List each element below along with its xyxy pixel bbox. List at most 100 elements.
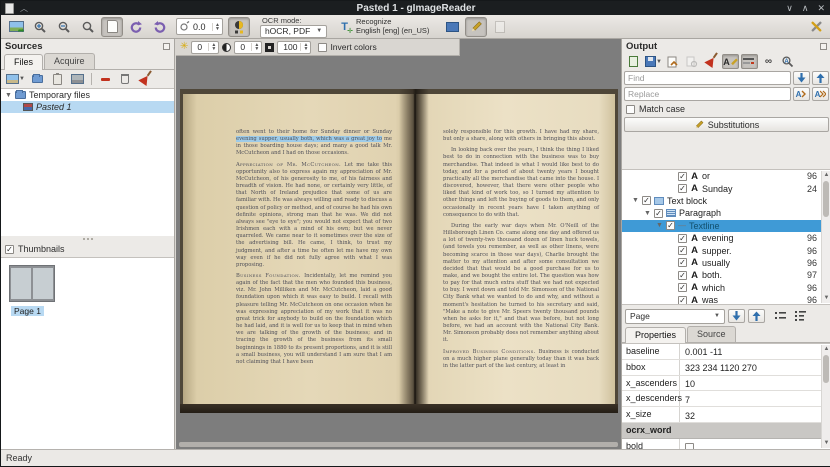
clear-sources-button[interactable] [137, 72, 154, 87]
canvas-horizontal-scrollbar[interactable] [179, 442, 618, 447]
contrast-spinbox[interactable]: 0▲▼ [234, 41, 262, 54]
add-folder-button[interactable] [29, 72, 46, 87]
prev-page-button[interactable] [748, 309, 765, 323]
wconf-button[interactable]: ∞ [760, 54, 777, 69]
export-button[interactable] [665, 54, 682, 69]
zoom-out-button[interactable] [53, 17, 75, 37]
add-images-button[interactable]: ▼ [5, 72, 26, 87]
scroll-down-icon[interactable]: ▼ [822, 294, 830, 303]
tree-row-pasted-1[interactable]: Pasted 1 [1, 101, 174, 113]
ocr-tree-row-word[interactable]: ✓Ausually96 [622, 257, 830, 269]
invert-colors-checkbox[interactable] [318, 43, 327, 52]
rotation-spinbox[interactable]: 0.0 ▲▼ [176, 18, 223, 35]
confidence-toggle[interactable] [741, 54, 758, 69]
ocr-tree-row-word[interactable]: ✓Asupper.96 [622, 244, 830, 256]
output-pane-toggle[interactable] [441, 17, 463, 37]
ocr-tree-scrollbar[interactable]: ▲ ▼ [821, 171, 830, 303]
edit-mode-button[interactable] [465, 17, 487, 37]
properties-scrollbar[interactable]: ▲ ▼ [821, 345, 830, 448]
ocr-tree-row-textline[interactable]: ▼✓—Textline [622, 220, 830, 232]
next-page-button[interactable] [728, 309, 745, 323]
remove-source-button[interactable] [97, 72, 114, 87]
item-checkbox[interactable]: ✓ [642, 196, 651, 205]
tab-files[interactable]: Files [4, 54, 43, 70]
find-replace-toggle[interactable]: A [722, 54, 739, 69]
item-checkbox[interactable]: ✓ [666, 221, 675, 230]
ocr-mode-combo[interactable]: hOCR, PDF ▼ [260, 25, 327, 38]
scroll-down-icon[interactable]: ▼ [822, 439, 830, 448]
tab-properties[interactable]: Properties [625, 327, 686, 343]
image-controls-toggle[interactable] [228, 17, 250, 37]
item-checkbox[interactable]: ✓ [654, 209, 663, 218]
tab-acquire[interactable]: Acquire [44, 53, 95, 69]
scroll-up-icon[interactable]: ▲ [822, 171, 830, 180]
scrollbar-thumb[interactable] [823, 181, 829, 217]
rotate-left-button[interactable] [125, 17, 147, 37]
scroll-up-icon[interactable]: ▲ [822, 345, 830, 354]
export-page-button[interactable] [489, 17, 511, 37]
item-checkbox[interactable]: ✓ [678, 258, 687, 267]
ocr-tree-row-word[interactable]: ✓Awas96 [622, 294, 830, 305]
substitutions-button[interactable]: Substitutions [624, 117, 829, 132]
sources-detach-icon[interactable] [163, 43, 170, 50]
open-hocr-button[interactable] [625, 54, 642, 69]
open-image-button[interactable] [5, 17, 27, 37]
item-checkbox[interactable]: ✓ [678, 271, 687, 280]
screenshot-button[interactable] [69, 72, 86, 87]
ocr-tree-row-word[interactable]: ✓Aboth.97 [622, 269, 830, 281]
ocr-tree-row-word[interactable]: ✓Awhich96 [622, 282, 830, 294]
recognize-button[interactable]: T✛ Recognize English [eng] (en_US) [337, 17, 433, 37]
tab-source[interactable]: Source [687, 326, 736, 342]
zoom-to-word-button[interactable]: A [779, 54, 796, 69]
preview-button[interactable] [684, 54, 701, 69]
rotation-spin-arrows[interactable]: ▲▼ [212, 23, 220, 31]
expander-icon[interactable]: ▼ [632, 197, 639, 204]
minimize-button[interactable]: ∨ [786, 3, 793, 14]
clear-output-button[interactable] [703, 54, 720, 69]
thumbnail-page-label[interactable]: Page 1 [11, 306, 44, 316]
resolution-spinbox[interactable]: 100▲▼ [277, 41, 311, 54]
expander-icon[interactable]: ▼ [5, 92, 12, 99]
output-detach-icon[interactable] [820, 43, 827, 50]
page-thumbnail[interactable] [9, 265, 55, 302]
zoom-in-button[interactable] [29, 17, 51, 37]
ocr-tree-row-word[interactable]: ✓Aor96 [622, 170, 830, 182]
find-prev-button[interactable] [812, 71, 829, 85]
item-checkbox[interactable]: ✓ [678, 246, 687, 255]
find-input[interactable] [624, 71, 791, 85]
page-combo[interactable]: Page ▼ [625, 309, 725, 324]
settings-button[interactable] [805, 17, 827, 37]
item-checkbox[interactable]: ✓ [678, 234, 687, 243]
replace-all-button[interactable]: A [812, 87, 829, 101]
expander-icon[interactable]: ▼ [656, 222, 663, 229]
maximize-button[interactable]: ∧ [802, 3, 809, 14]
image-canvas[interactable]: ✳ 0▲▼ 0▲▼ 100▲▼ Invert colors often went… [176, 39, 621, 449]
tree-row-temporary-files[interactable]: ▼ Temporary files [1, 89, 174, 101]
expand-all-button[interactable] [772, 309, 789, 324]
item-checkbox[interactable]: ✓ [678, 184, 687, 193]
ocr-tree-row-block[interactable]: ▼✓Text block [622, 195, 830, 207]
close-button[interactable]: ✕ [817, 3, 825, 14]
find-next-button[interactable] [793, 71, 810, 85]
save-hocr-button[interactable]: ▼ [644, 54, 663, 69]
ocr-tree-row-word[interactable]: ✓Aevening96 [622, 232, 830, 244]
zoom-original-button[interactable] [77, 17, 99, 37]
expander-icon[interactable]: ▼ [644, 210, 651, 217]
rotate-right-button[interactable] [149, 17, 171, 37]
ocr-tree-row-word[interactable]: ✓ASunday24 [622, 182, 830, 194]
scrollbar-thumb[interactable] [823, 355, 829, 383]
best-fit-button[interactable] [101, 17, 123, 37]
collapse-all-button[interactable] [792, 309, 809, 324]
book-image[interactable]: often went to their home for Sunday dinn… [180, 89, 618, 413]
item-checkbox[interactable]: ✓ [678, 296, 687, 305]
thumbnails-checkbox[interactable]: ✓ [5, 245, 14, 254]
item-checkbox[interactable]: ✓ [678, 283, 687, 292]
brightness-spinbox[interactable]: 0▲▼ [191, 41, 219, 54]
replace-button[interactable]: A [793, 87, 810, 101]
paste-button[interactable] [49, 72, 66, 87]
delete-source-button[interactable] [117, 72, 134, 87]
replace-input[interactable] [624, 87, 791, 101]
ocr-tree-row-paragraph[interactable]: ▼✓Paragraph [622, 207, 830, 219]
match-case-checkbox[interactable] [626, 105, 635, 114]
item-checkbox[interactable]: ✓ [678, 172, 687, 181]
